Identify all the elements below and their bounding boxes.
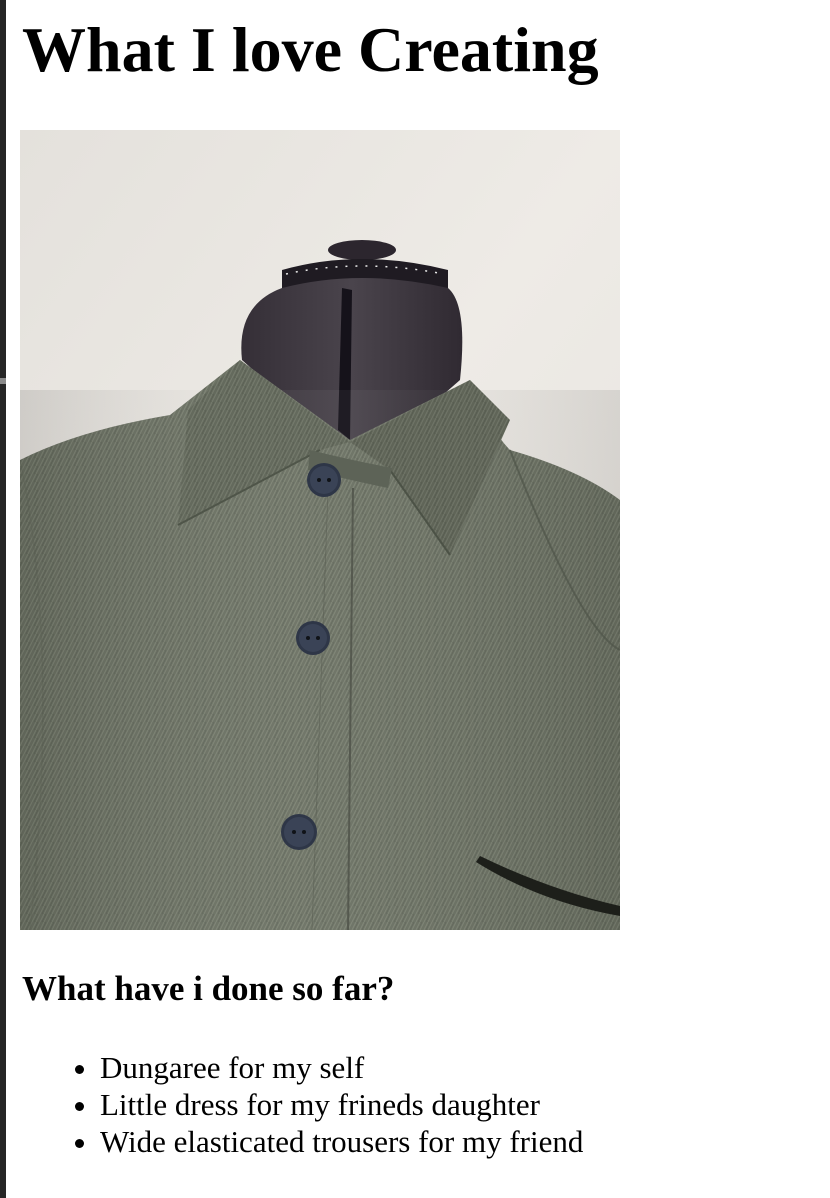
window-edge-marker <box>0 378 6 384</box>
shirt-photo <box>20 130 620 930</box>
list-item: Dungaree for my self <box>74 1049 583 1086</box>
list-item: Little dress for my frineds daughter <box>74 1086 583 1123</box>
shirt-button-3 <box>281 814 317 850</box>
shirt-button-2 <box>296 621 330 655</box>
shirt-button-1 <box>307 463 341 497</box>
list-item: Wide elasticated trousers for my friend <box>74 1124 584 1159</box>
section-heading: What have i done so far? <box>22 969 395 1008</box>
window-left-edge <box>0 0 6 1198</box>
page-title: What I love Creating <box>22 14 599 85</box>
projects-list: Dungaree for my self Little dress for my… <box>74 1049 584 1160</box>
